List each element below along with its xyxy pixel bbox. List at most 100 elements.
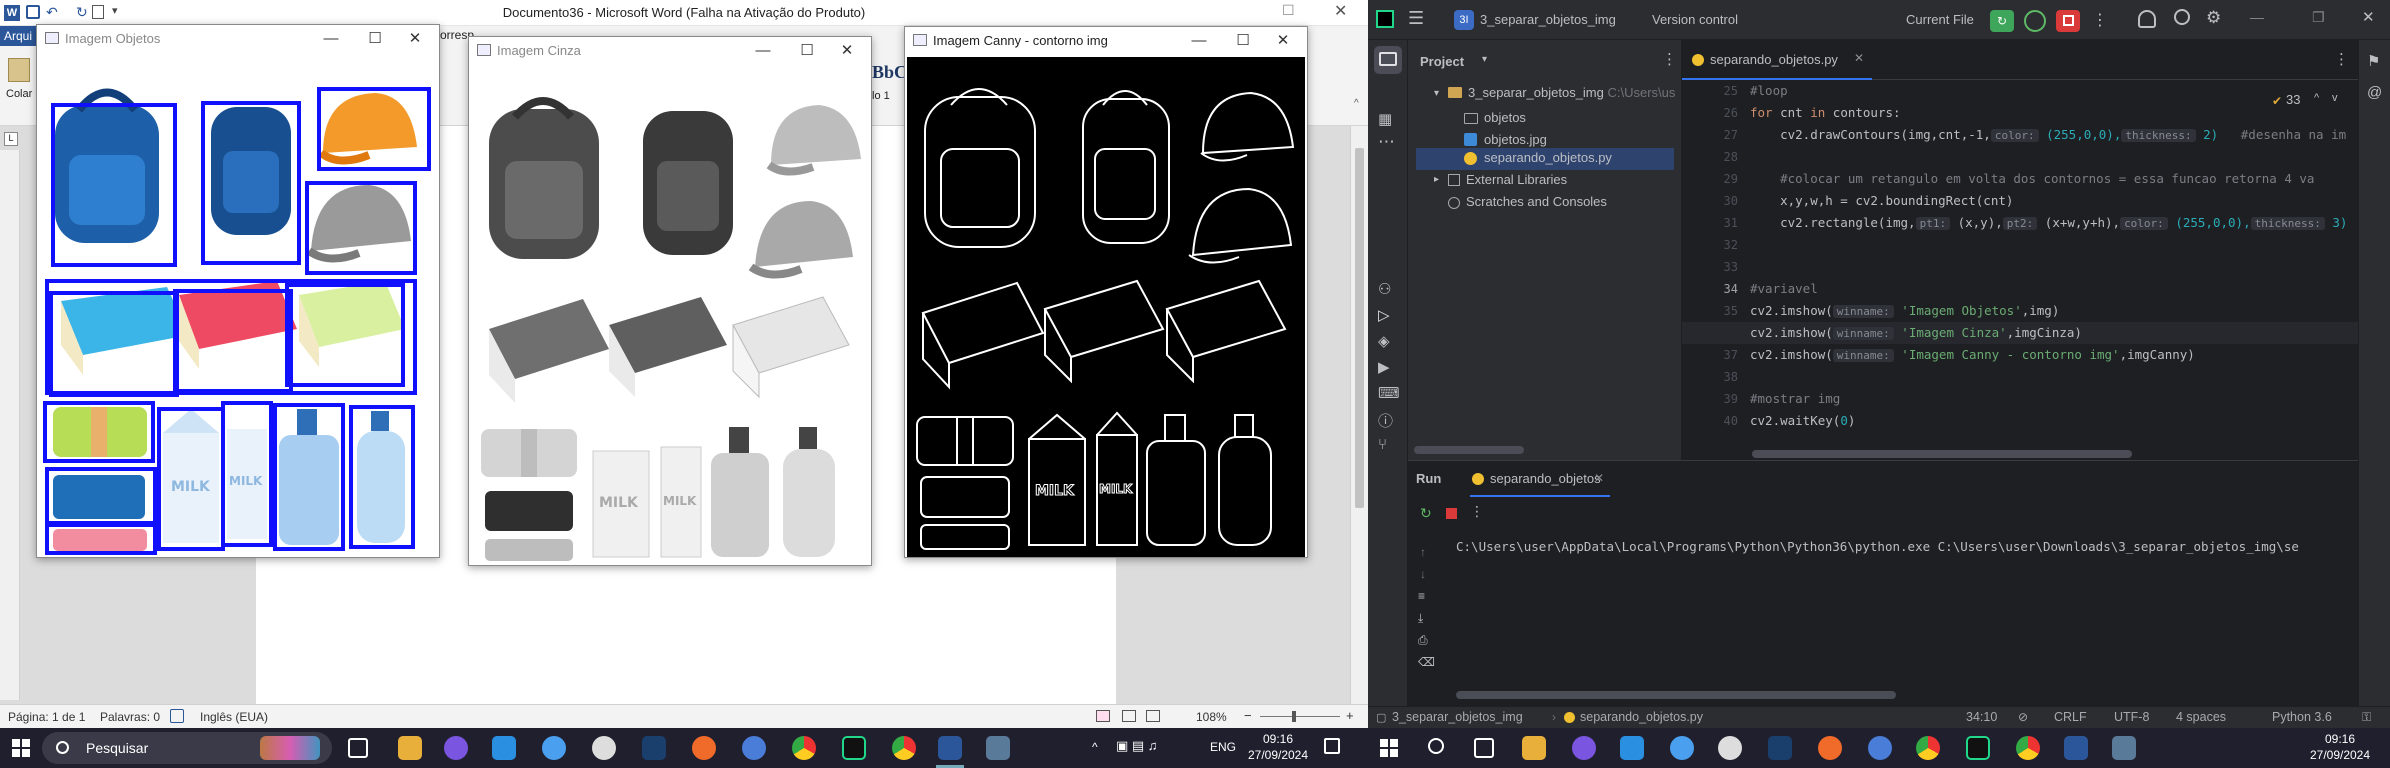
task-view-icon-right[interactable] (1474, 738, 1494, 758)
editor-tab-active[interactable]: separando_objetos.py ✕ (1682, 40, 1872, 80)
run-console-output[interactable]: C:\Users\user\AppData\Local\Programs\Pyt… (1456, 539, 2299, 554)
run-tab[interactable]: separando_objetos (1490, 471, 1601, 486)
edge-icon-right[interactable] (1868, 736, 1892, 760)
titlebar[interactable]: Imagem Cinza — ☐ ✕ (469, 37, 871, 65)
code-line-26[interactable]: for cnt in contours: (1750, 102, 1901, 124)
scroll-up-icon[interactable]: ↑ (1420, 545, 1426, 559)
paste-icon[interactable] (8, 58, 30, 82)
main-menu-icon[interactable]: ☰ (1408, 8, 1424, 29)
tree-item-separando-objetos-py[interactable]: separando_objetos.py (1484, 150, 1612, 165)
breadcrumb-project[interactable]: 3_separar_objetos_img (1392, 710, 1523, 724)
window-imagem-objetos[interactable]: Imagem Objetos — ☐ ✕ MILK MILK (36, 24, 440, 558)
clock-time-right[interactable]: 09:16 (2310, 732, 2370, 746)
scroll-end-icon[interactable]: ⤓ (1418, 611, 1423, 626)
scroll-thumb[interactable] (1355, 148, 1364, 508)
debug-icon[interactable] (2024, 10, 2046, 32)
print-icon[interactable]: ⎙ (1418, 633, 1428, 648)
start-icon[interactable] (12, 739, 30, 757)
proofing-icon[interactable] (170, 709, 184, 723)
app-icon-purple-right[interactable] (1572, 736, 1596, 760)
problems-icon[interactable]: ⓘ (1378, 410, 1398, 430)
start-icon-right[interactable] (1380, 739, 1398, 757)
line-separator[interactable]: CRLF (2054, 710, 2087, 724)
run-options-icon[interactable]: ⋮ (1470, 503, 1484, 520)
code-line-30[interactable]: x,y,w,h = cv2.boundingRect(cnt) (1750, 190, 2013, 212)
tray-icons[interactable]: ▣ ▤ ♫ (1116, 738, 1158, 754)
maximize-button[interactable]: ☐ (355, 28, 395, 50)
close-button[interactable]: ✕ (395, 28, 435, 50)
clear-icon[interactable]: ⌫ (1418, 655, 1435, 669)
notifications-icon[interactable]: ⚑ (2367, 52, 2380, 70)
clock-date-right[interactable]: 27/09/2024 (2302, 748, 2378, 762)
add-user-icon[interactable] (2138, 10, 2156, 28)
python-console-icon[interactable]: ▶ (1378, 358, 1398, 378)
window-imagem-canny[interactable]: Imagem Canny - contorno img — ☐ ✕ MILK M… (904, 26, 1308, 558)
tray-overflow-icon[interactable]: ^ (1092, 740, 1098, 754)
readonly-toggle-icon[interactable]: ⊘ (2018, 710, 2028, 724)
python-packages-icon[interactable]: ⚇ (1378, 280, 1398, 300)
pc-restore-button[interactable]: ❐ (2312, 9, 2325, 26)
postman-icon[interactable] (692, 736, 716, 760)
code-line-35[interactable]: cv2.imshow(winname: 'Imagem Objetos',img… (1750, 300, 2059, 322)
line-number[interactable]: 40 (1724, 410, 1738, 432)
vscode-icon[interactable] (492, 736, 516, 760)
close-button[interactable]: ✕ (1263, 30, 1303, 52)
zoom-in-icon[interactable]: + (1346, 708, 1354, 723)
chrome-profile-icon-right[interactable] (2016, 736, 2040, 760)
pycharm-taskbar-icon-right[interactable] (1966, 736, 1990, 760)
stop-button[interactable] (2056, 10, 2080, 32)
more-tools-icon[interactable]: ⋯ (1378, 132, 1398, 152)
ai-assistant-icon[interactable]: @ (2367, 84, 2382, 101)
tab-selector-icon[interactable]: L (4, 132, 18, 146)
line-number[interactable]: 32 (1724, 234, 1738, 256)
tree-scratches[interactable]: Scratches and Consoles (1466, 194, 1607, 209)
app-icon-gray-right[interactable] (1718, 736, 1742, 760)
read-mode-icon[interactable] (1096, 710, 1110, 722)
soft-wrap-icon[interactable]: ≡ (1418, 589, 1425, 603)
file-encoding[interactable]: UTF-8 (2114, 710, 2149, 724)
app-icon-gray[interactable] (592, 736, 616, 760)
lock-icon[interactable]: ⚿ (2362, 710, 2371, 725)
style-preview[interactable]: BbC (872, 62, 907, 83)
web-layout-icon[interactable] (1146, 710, 1160, 722)
app-icon-purple[interactable] (444, 736, 468, 760)
code-line-37[interactable]: cv2.imshow(winname: 'Imagem Canny - cont… (1750, 344, 2195, 366)
console-hscroll[interactable] (1456, 691, 1896, 699)
run-config-selector[interactable]: Current File (1906, 12, 1974, 27)
minimize-button[interactable]: — (743, 40, 783, 62)
line-number[interactable]: 31 (1724, 212, 1738, 234)
vscode-icon-right[interactable] (1620, 736, 1644, 760)
edge-icon[interactable] (742, 736, 766, 760)
scroll-down-icon[interactable]: ↓ (1420, 567, 1426, 581)
app-icon-blue-right[interactable] (1670, 736, 1694, 760)
more-actions-icon[interactable]: ⋮ (2092, 10, 2108, 30)
word-count[interactable]: Palavras: 0 (100, 710, 160, 724)
zoom-slider[interactable] (1260, 716, 1340, 717)
close-button[interactable]: ✕ (827, 40, 867, 62)
python-interpreter[interactable]: Python 3.6 (2272, 710, 2332, 724)
run-panel-title[interactable]: Run (1416, 471, 1441, 486)
line-number[interactable]: 34 (1724, 278, 1738, 300)
line-number[interactable]: 38 (1724, 366, 1738, 388)
line-number[interactable]: 35 (1724, 300, 1738, 322)
minimize-button[interactable]: — (1179, 30, 1219, 52)
vcs-selector[interactable]: Version control (1652, 12, 1738, 27)
zoom-slider-thumb[interactable] (1292, 711, 1296, 722)
zoom-level[interactable]: 108% (1196, 710, 1227, 724)
tree-collapse-icon[interactable]: ▸ (1434, 174, 1439, 185)
line-number[interactable]: 28 (1724, 146, 1738, 168)
chevron-down-icon[interactable]: ▾ (1482, 54, 1487, 65)
line-number[interactable]: 25 (1724, 80, 1738, 102)
code-line-27[interactable]: cv2.drawContours(img,cnt,-1, color: (255,… (1750, 124, 2346, 146)
print-layout-icon[interactable] (1122, 710, 1136, 722)
code-editor[interactable]: separando_objetos.py ✕ ⋮ ✔ 33 ^ v 25 26 27… (1682, 40, 2358, 460)
titlebar[interactable]: Imagem Objetos — ☐ ✕ (37, 25, 439, 53)
line-number[interactable]: 27 (1724, 124, 1738, 146)
minimize-button[interactable]: — (311, 28, 351, 50)
window-imagem-cinza[interactable]: Imagem Cinza — ☐ ✕ MILK MILK (468, 36, 872, 566)
word-taskbar-icon-right[interactable] (2064, 736, 2088, 760)
terminal-icon[interactable]: ⌨ (1378, 384, 1400, 404)
opencv-window-icon-right[interactable] (2112, 736, 2136, 760)
layers-icon[interactable]: ◈ (1378, 332, 1398, 352)
editor-hscroll[interactable] (1752, 450, 2132, 458)
